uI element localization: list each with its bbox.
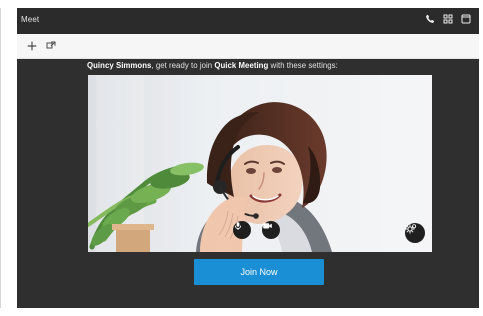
microphone-icon xyxy=(234,222,242,230)
window-title: Meet xyxy=(21,15,40,24)
meet-app: Meet Quincy Simmons, get ready to join Q… xyxy=(0,0,483,316)
settings-icon xyxy=(405,224,417,234)
video-button[interactable] xyxy=(262,221,280,239)
settings-button[interactable] xyxy=(405,223,425,243)
share-icon[interactable] xyxy=(44,39,58,53)
participant-name: Quincy Simmons xyxy=(87,61,152,70)
plus-icon[interactable] xyxy=(25,39,39,53)
grid-icon[interactable] xyxy=(442,13,454,25)
camera-preview xyxy=(88,75,432,252)
left-border xyxy=(0,8,1,308)
join-prompt: Quincy Simmons, get ready to join Quick … xyxy=(87,61,338,71)
video-camera-icon xyxy=(263,223,272,229)
window-icon[interactable] xyxy=(460,13,472,25)
phone-icon[interactable] xyxy=(424,13,436,25)
prompt-end: with these settings: xyxy=(268,61,338,70)
join-now-button[interactable]: Join Now xyxy=(194,259,324,285)
title-actions xyxy=(424,13,472,25)
meeting-name: Quick Meeting xyxy=(214,61,269,70)
toolbar xyxy=(17,34,479,59)
title-bar: Meet xyxy=(17,8,479,34)
prompt-middle: , get ready to join xyxy=(151,61,215,70)
meeting-window: Meet Quincy Simmons, get ready to join Q… xyxy=(17,8,479,308)
microphone-button[interactable] xyxy=(233,221,251,239)
